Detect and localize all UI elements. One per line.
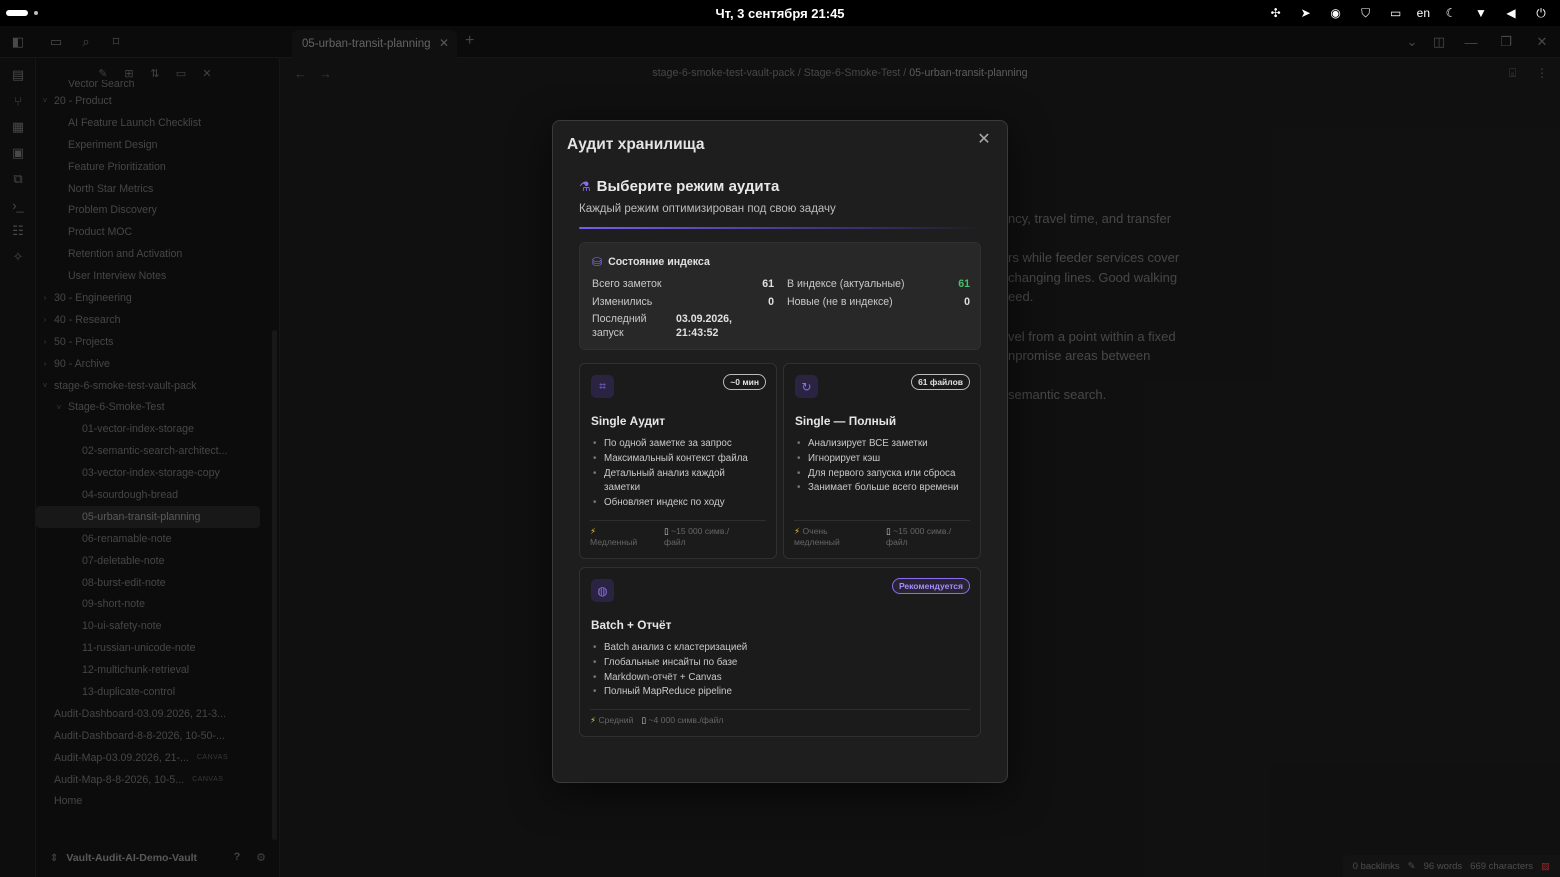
wifi-icon[interactable]: ▼ (1472, 4, 1490, 22)
audit-modal: ✕ Аудит хранилища ⚗ Выберите режим аудит… (552, 120, 1008, 783)
card-title: Single Аудит (591, 414, 665, 428)
mode-subtitle: Каждый режим оптимизирован под свою зада… (579, 203, 836, 215)
card-footer: ⚡ Медленный ▯ ~15 000 симв./ файл (590, 520, 766, 547)
batch-report-card[interactable]: ◍ Рекомендуется Batch + Отчёт Batch анал… (579, 567, 981, 737)
last-run-label-2: запуск (592, 327, 624, 339)
total-notes-label: Всего заметок (592, 278, 662, 290)
activities-button[interactable] (6, 10, 28, 16)
size-label: ~15 000 симв./ (893, 526, 952, 536)
card-footer: ⚡ Очень медленный ▯ ~15 000 симв./ файл (794, 520, 970, 547)
refresh-icon: ↻ (795, 375, 818, 398)
indexed-value: 61 (958, 278, 970, 290)
modal-title: Аудит хранилища (567, 136, 705, 153)
brain-icon: ◍ (591, 579, 614, 602)
bolt-icon: ⚡ (590, 526, 597, 536)
new-notes-label: Новые (не в индексе) (787, 296, 893, 308)
steam-icon[interactable]: ◉ (1327, 4, 1345, 22)
speed-label: Медленный (590, 537, 638, 547)
total-notes-value: 61 (762, 278, 774, 290)
size-label: ~4 000 симв./файл (648, 715, 724, 725)
single-audit-card[interactable]: ⌗ ~0 мин Single Аудит По одной заметке з… (579, 363, 777, 559)
power-icon[interactable]: ⏻ (1532, 4, 1550, 22)
indexed-label: В индексе (актуальные) (787, 278, 905, 290)
close-modal-icon[interactable]: ✕ (975, 129, 993, 148)
files-badge: 61 файлов (911, 374, 970, 390)
list-item: Максимальный контекст файла (591, 452, 761, 467)
speed-label: медленный (794, 537, 840, 547)
last-run-time: 21:43:52 (676, 327, 719, 339)
size-label: ~15 000 симв./ (671, 526, 730, 536)
divider (579, 227, 981, 229)
mode-heading: ⚗ Выберите режим аудита (579, 178, 780, 195)
single-full-card[interactable]: ↻ 61 файлов Single — Полный Анализирует … (783, 363, 981, 559)
list-item: Занимает больше всего времени (795, 481, 975, 496)
last-run-date: 03.09.2026, (676, 313, 732, 325)
night-mode-icon[interactable]: ☾ (1442, 4, 1460, 22)
list-item: Обновляет индекс по ходу (591, 496, 761, 511)
bolt-icon: ⚡ (794, 526, 801, 536)
new-notes-value: 0 (964, 296, 970, 308)
system-clock[interactable]: Чт, 3 сентября 21:45 (715, 6, 844, 21)
list-item: Batch анализ с кластеризацией (591, 641, 891, 656)
list-item: Markdown-отчёт + Canvas (591, 671, 891, 686)
feature-list: По одной заметке за запрос Максимальный … (591, 437, 761, 511)
time-badge: ~0 мин (723, 374, 766, 390)
list-item: Глобальные инсайты по базе (591, 656, 891, 671)
feature-list: Анализирует ВСЕ заметки Игнорирует кэш Д… (795, 437, 975, 496)
document-icon: ▯ (641, 715, 647, 725)
card-title: Single — Полный (795, 414, 897, 428)
feature-list: Batch анализ с кластеризацией Глобальные… (591, 641, 891, 700)
system-top-bar: Чт, 3 сентября 21:45 ✣ ➤ ◉ ⛉ ▭ en ☾ ▼ ◀ … (0, 0, 1560, 26)
recommended-badge: Рекомендуется (891, 578, 970, 594)
workspace-indicator (34, 11, 38, 15)
list-item: Детальный анализ каждой заметки (591, 467, 761, 497)
last-run-label-1: Последний (592, 313, 647, 325)
system-tray: ✣ ➤ ◉ ⛉ ▭ en ☾ ▼ ◀ ⏻ (1267, 4, 1550, 22)
clipboard-icon[interactable]: ▭ (1387, 4, 1405, 22)
flask-icon: ⚗ (579, 178, 591, 194)
list-item: По одной заметке за запрос (591, 437, 761, 452)
card-footer: ⚡ Средний ▯ ~4 000 симв./файл (590, 709, 970, 726)
list-item: Игнорирует кэш (795, 452, 975, 467)
telegram-icon[interactable]: ➤ (1297, 4, 1315, 22)
database-icon: ⛁ (592, 255, 603, 269)
list-item: Для первого запуска или сброса (795, 467, 975, 482)
scan-icon: ⌗ (591, 375, 614, 398)
document-icon: ▯ (886, 526, 891, 536)
changed-value: 0 (768, 296, 774, 308)
keyboard-layout[interactable]: en (1417, 4, 1430, 22)
index-title: Состояние индекса (608, 256, 710, 268)
shield-icon[interactable]: ⛉ (1357, 4, 1375, 22)
index-status-panel: ⛁ Состояние индекса Всего заметок 61 Изм… (579, 242, 981, 350)
card-title: Batch + Отчёт (591, 618, 672, 632)
list-item: Полный MapReduce pipeline (591, 685, 891, 700)
volume-icon[interactable]: ◀ (1502, 4, 1520, 22)
changed-label: Изменились (592, 296, 653, 308)
speed-label: Средний (598, 715, 634, 725)
bolt-icon: ⚡ (590, 715, 597, 725)
puzzle-icon[interactable]: ✣ (1267, 4, 1285, 22)
document-icon: ▯ (664, 526, 669, 536)
list-item: Анализирует ВСЕ заметки (795, 437, 975, 452)
